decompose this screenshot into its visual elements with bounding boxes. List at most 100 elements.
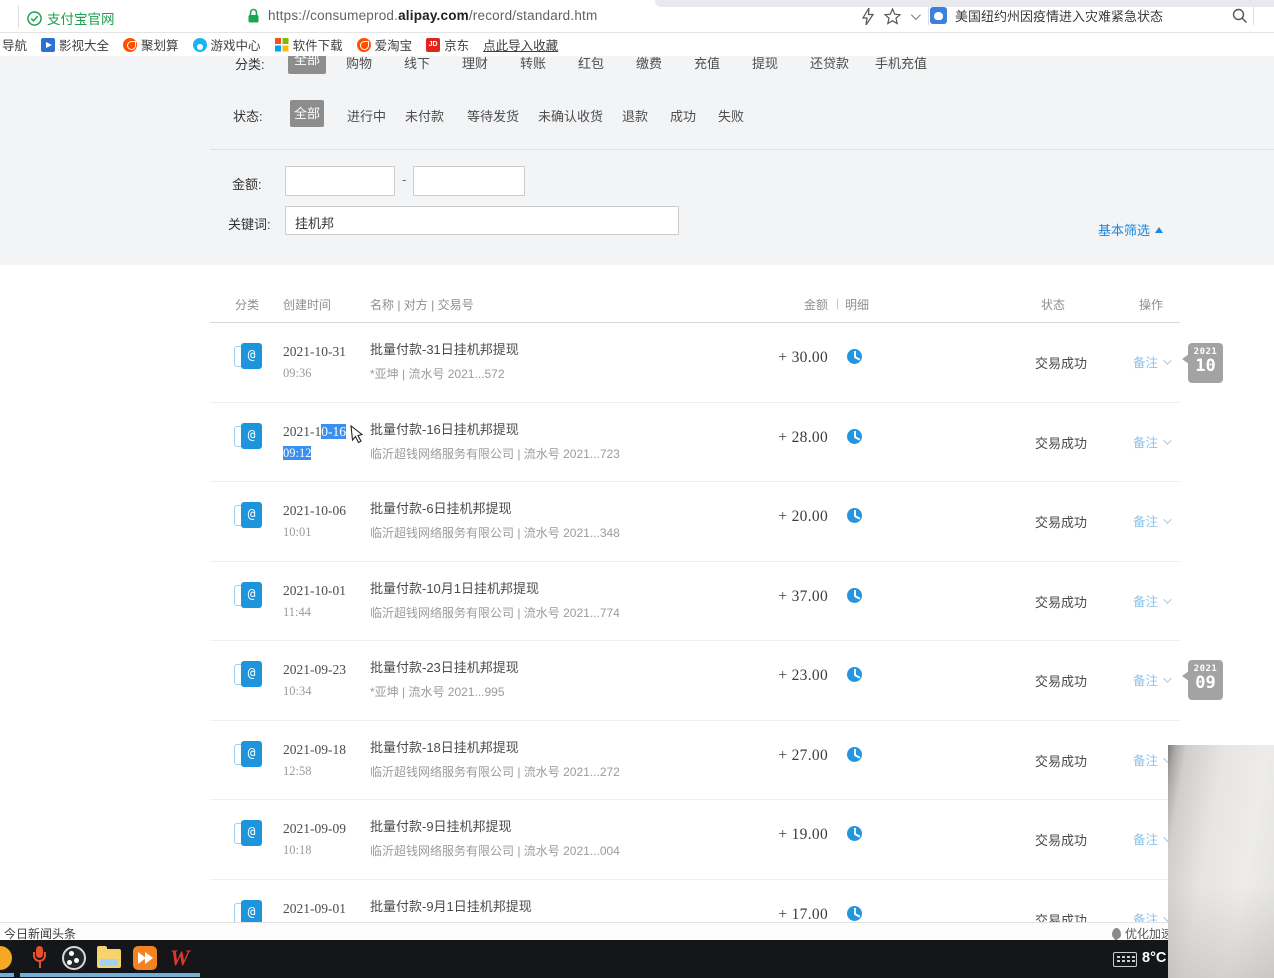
status-item[interactable]: 退款	[622, 106, 648, 125]
jd-icon: JD	[426, 38, 440, 52]
txn-name: 批量付款-23日挂机邦提现*亚坤 | 流水号 2021...995	[370, 660, 519, 700]
txn-date: 2021-10-3109:36	[283, 344, 346, 381]
hot-news-icon	[930, 7, 947, 24]
transfer-icon: @	[234, 502, 262, 530]
txn-status: 交易成功	[1035, 353, 1087, 372]
import-bookmarks-link[interactable]: 点此导入收藏	[483, 35, 558, 54]
obs-icon[interactable]	[62, 946, 86, 970]
amount-max-input[interactable]	[413, 166, 525, 196]
status-item[interactable]: 成功	[670, 106, 696, 125]
pip-video-overlay[interactable]	[1168, 745, 1274, 978]
detail-pie-icon[interactable]	[847, 588, 862, 603]
remark-label: 备注	[1133, 432, 1158, 451]
keyword-input[interactable]: 挂机邦	[285, 206, 679, 235]
remark-link[interactable]: 备注	[1133, 511, 1169, 530]
screen-recorder-icon[interactable]	[133, 946, 157, 970]
status-label: 状态:	[233, 106, 263, 125]
taskbar-underline	[90, 973, 128, 977]
keyboard-icon[interactable]	[1113, 952, 1137, 967]
category-label: 分类:	[235, 54, 265, 73]
bookmark-software[interactable]: 软件下载	[275, 35, 343, 54]
rocket-icon	[1112, 928, 1121, 939]
detail-pie-icon[interactable]	[847, 508, 862, 523]
amount-min-input[interactable]	[285, 166, 395, 196]
status-chip-all[interactable]: 全部	[290, 100, 324, 127]
status-item[interactable]: 进行中	[347, 106, 386, 125]
taskbar-underline	[162, 973, 200, 977]
txn-status: 交易成功	[1035, 830, 1087, 849]
table-row: @ 2021-10-0111:44 批量付款-10月1日挂机邦提现临沂超钱网络服…	[210, 562, 1180, 641]
txn-date: 2021-10-16 09:12	[283, 424, 346, 461]
taskbar-underline	[20, 973, 58, 977]
bookmark-nav[interactable]: 导航	[2, 35, 27, 54]
table-row: @ 2021-09-0910:18 批量付款-9日挂机邦提现临沂超钱网络服务有限…	[210, 800, 1180, 880]
browser-status-bar: 今日新闻头条 优化加速	[0, 922, 1274, 940]
taobao-icon	[357, 38, 371, 52]
bookmark-label: 影视大全	[59, 35, 109, 54]
txn-name: 批量付款-6日挂机邦提现临沂超钱网络服务有限公司 | 流水号 2021...34…	[370, 501, 620, 541]
txn-date: 2021-09-1812:58	[283, 742, 346, 779]
txn-date: 2021-09-01	[283, 901, 346, 922]
detail-pie-icon[interactable]	[847, 667, 862, 682]
taskbar-underline	[0, 973, 14, 977]
bookmark-label: 京东	[444, 35, 469, 54]
header-category: 分类	[235, 296, 259, 313]
remark-link[interactable]: 备注	[1133, 670, 1169, 689]
detail-pie-icon[interactable]	[847, 826, 862, 841]
url-domain: alipay.com	[398, 8, 469, 23]
detail-pie-icon[interactable]	[847, 906, 862, 921]
bookmark-label: 游戏中心	[211, 35, 261, 54]
transaction-table: 分类 创建时间 名称 | 对方 | 交易号 金额 | 明细 状态 操作 @ 20…	[0, 265, 1274, 922]
bookmark-jd[interactable]: JD 京东	[426, 35, 469, 54]
txn-amount: + 27.00	[730, 747, 828, 765]
remark-link[interactable]: 备注	[1133, 750, 1169, 769]
status-item[interactable]: 未确认收货	[538, 106, 603, 125]
detail-pie-icon[interactable]	[847, 747, 862, 762]
transfer-icon: @	[234, 582, 262, 610]
detail-pie-icon[interactable]	[847, 429, 862, 444]
remark-label: 备注	[1133, 750, 1158, 769]
lightning-icon[interactable]	[862, 8, 874, 25]
selected-text: 09:12	[283, 446, 311, 460]
shield-check-icon	[27, 11, 42, 26]
bookmark-video[interactable]: 影视大全	[41, 35, 109, 54]
bookmarks-bar: 导航 影视大全 聚划算 游戏中心 软件下载 爱淘宝 JD 京东 点此导入收藏	[0, 33, 1274, 56]
search-icon[interactable]	[1232, 8, 1248, 24]
chevron-down-icon	[1163, 515, 1171, 523]
bookmark-game-center[interactable]: 游戏中心	[193, 35, 261, 54]
url-text[interactable]: https://consumeprod.alipay.com/record/st…	[268, 8, 597, 23]
bookmark-juhuasuan[interactable]: 聚划算	[123, 35, 179, 54]
remark-label: 备注	[1133, 829, 1158, 848]
transfer-icon: @	[234, 343, 262, 371]
detail-pie-icon[interactable]	[847, 349, 862, 364]
remark-label: 备注	[1133, 591, 1158, 610]
site-verified-badge[interactable]: 支付宝官网	[27, 8, 115, 28]
txn-amount: + 28.00	[730, 429, 828, 447]
status-item[interactable]: 未付款	[405, 106, 444, 125]
taskbar-underline	[55, 973, 93, 977]
month-badge: 202109	[1188, 660, 1223, 700]
taskbar-underline	[126, 973, 164, 977]
file-explorer-icon[interactable]	[97, 949, 121, 968]
txn-name: 批量付款-16日挂机邦提现临沂超钱网络服务有限公司 | 流水号 2021...7…	[370, 422, 620, 462]
remark-link[interactable]: 备注	[1133, 432, 1169, 451]
bookmark-label: 点此导入收藏	[483, 35, 558, 54]
star-icon[interactable]	[884, 8, 901, 25]
microphone-icon[interactable]	[33, 946, 46, 970]
status-item[interactable]: 失败	[718, 106, 744, 125]
chevron-down-icon[interactable]	[911, 10, 921, 20]
remark-link[interactable]: 备注	[1133, 591, 1169, 610]
status-item[interactable]: 等待发货	[467, 106, 519, 125]
app-icon-partial[interactable]	[0, 946, 12, 970]
remark-link[interactable]: 备注	[1133, 352, 1169, 371]
news-ticker[interactable]: 美国纽约州因疫情进入灾难紧急状态	[930, 6, 1163, 25]
remark-link[interactable]: 备注	[1133, 829, 1169, 848]
taobao-icon	[123, 38, 137, 52]
basic-filter-link[interactable]: 基本筛选	[1098, 220, 1163, 239]
lock-icon[interactable]	[247, 8, 260, 24]
wps-icon[interactable]: W	[170, 946, 190, 970]
table-row: @ 2021-10-0610:01 批量付款-6日挂机邦提现临沂超钱网络服务有限…	[210, 482, 1180, 562]
txn-date: 2021-09-2310:34	[283, 662, 346, 699]
bookmark-aitaobao[interactable]: 爱淘宝	[357, 35, 413, 54]
keyword-value: 挂机邦	[286, 207, 678, 232]
